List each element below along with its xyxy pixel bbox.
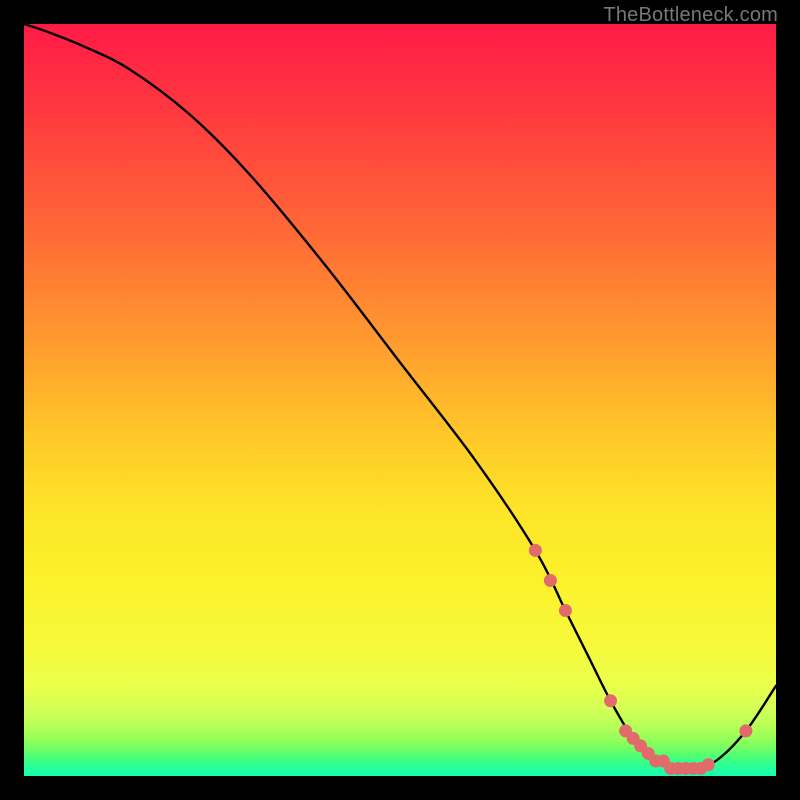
curve-layer <box>24 24 776 776</box>
curve-marker <box>559 604 572 617</box>
curve-markers <box>529 544 753 775</box>
curve-marker <box>544 574 557 587</box>
curve-marker <box>529 544 542 557</box>
curve-marker <box>604 694 617 707</box>
curve-marker <box>739 724 752 737</box>
bottleneck-curve <box>24 24 776 769</box>
curve-marker <box>702 758 715 771</box>
plot-area <box>24 24 776 776</box>
attribution-text: TheBottleneck.com <box>603 4 778 27</box>
chart-stage: TheBottleneck.com <box>0 0 800 800</box>
